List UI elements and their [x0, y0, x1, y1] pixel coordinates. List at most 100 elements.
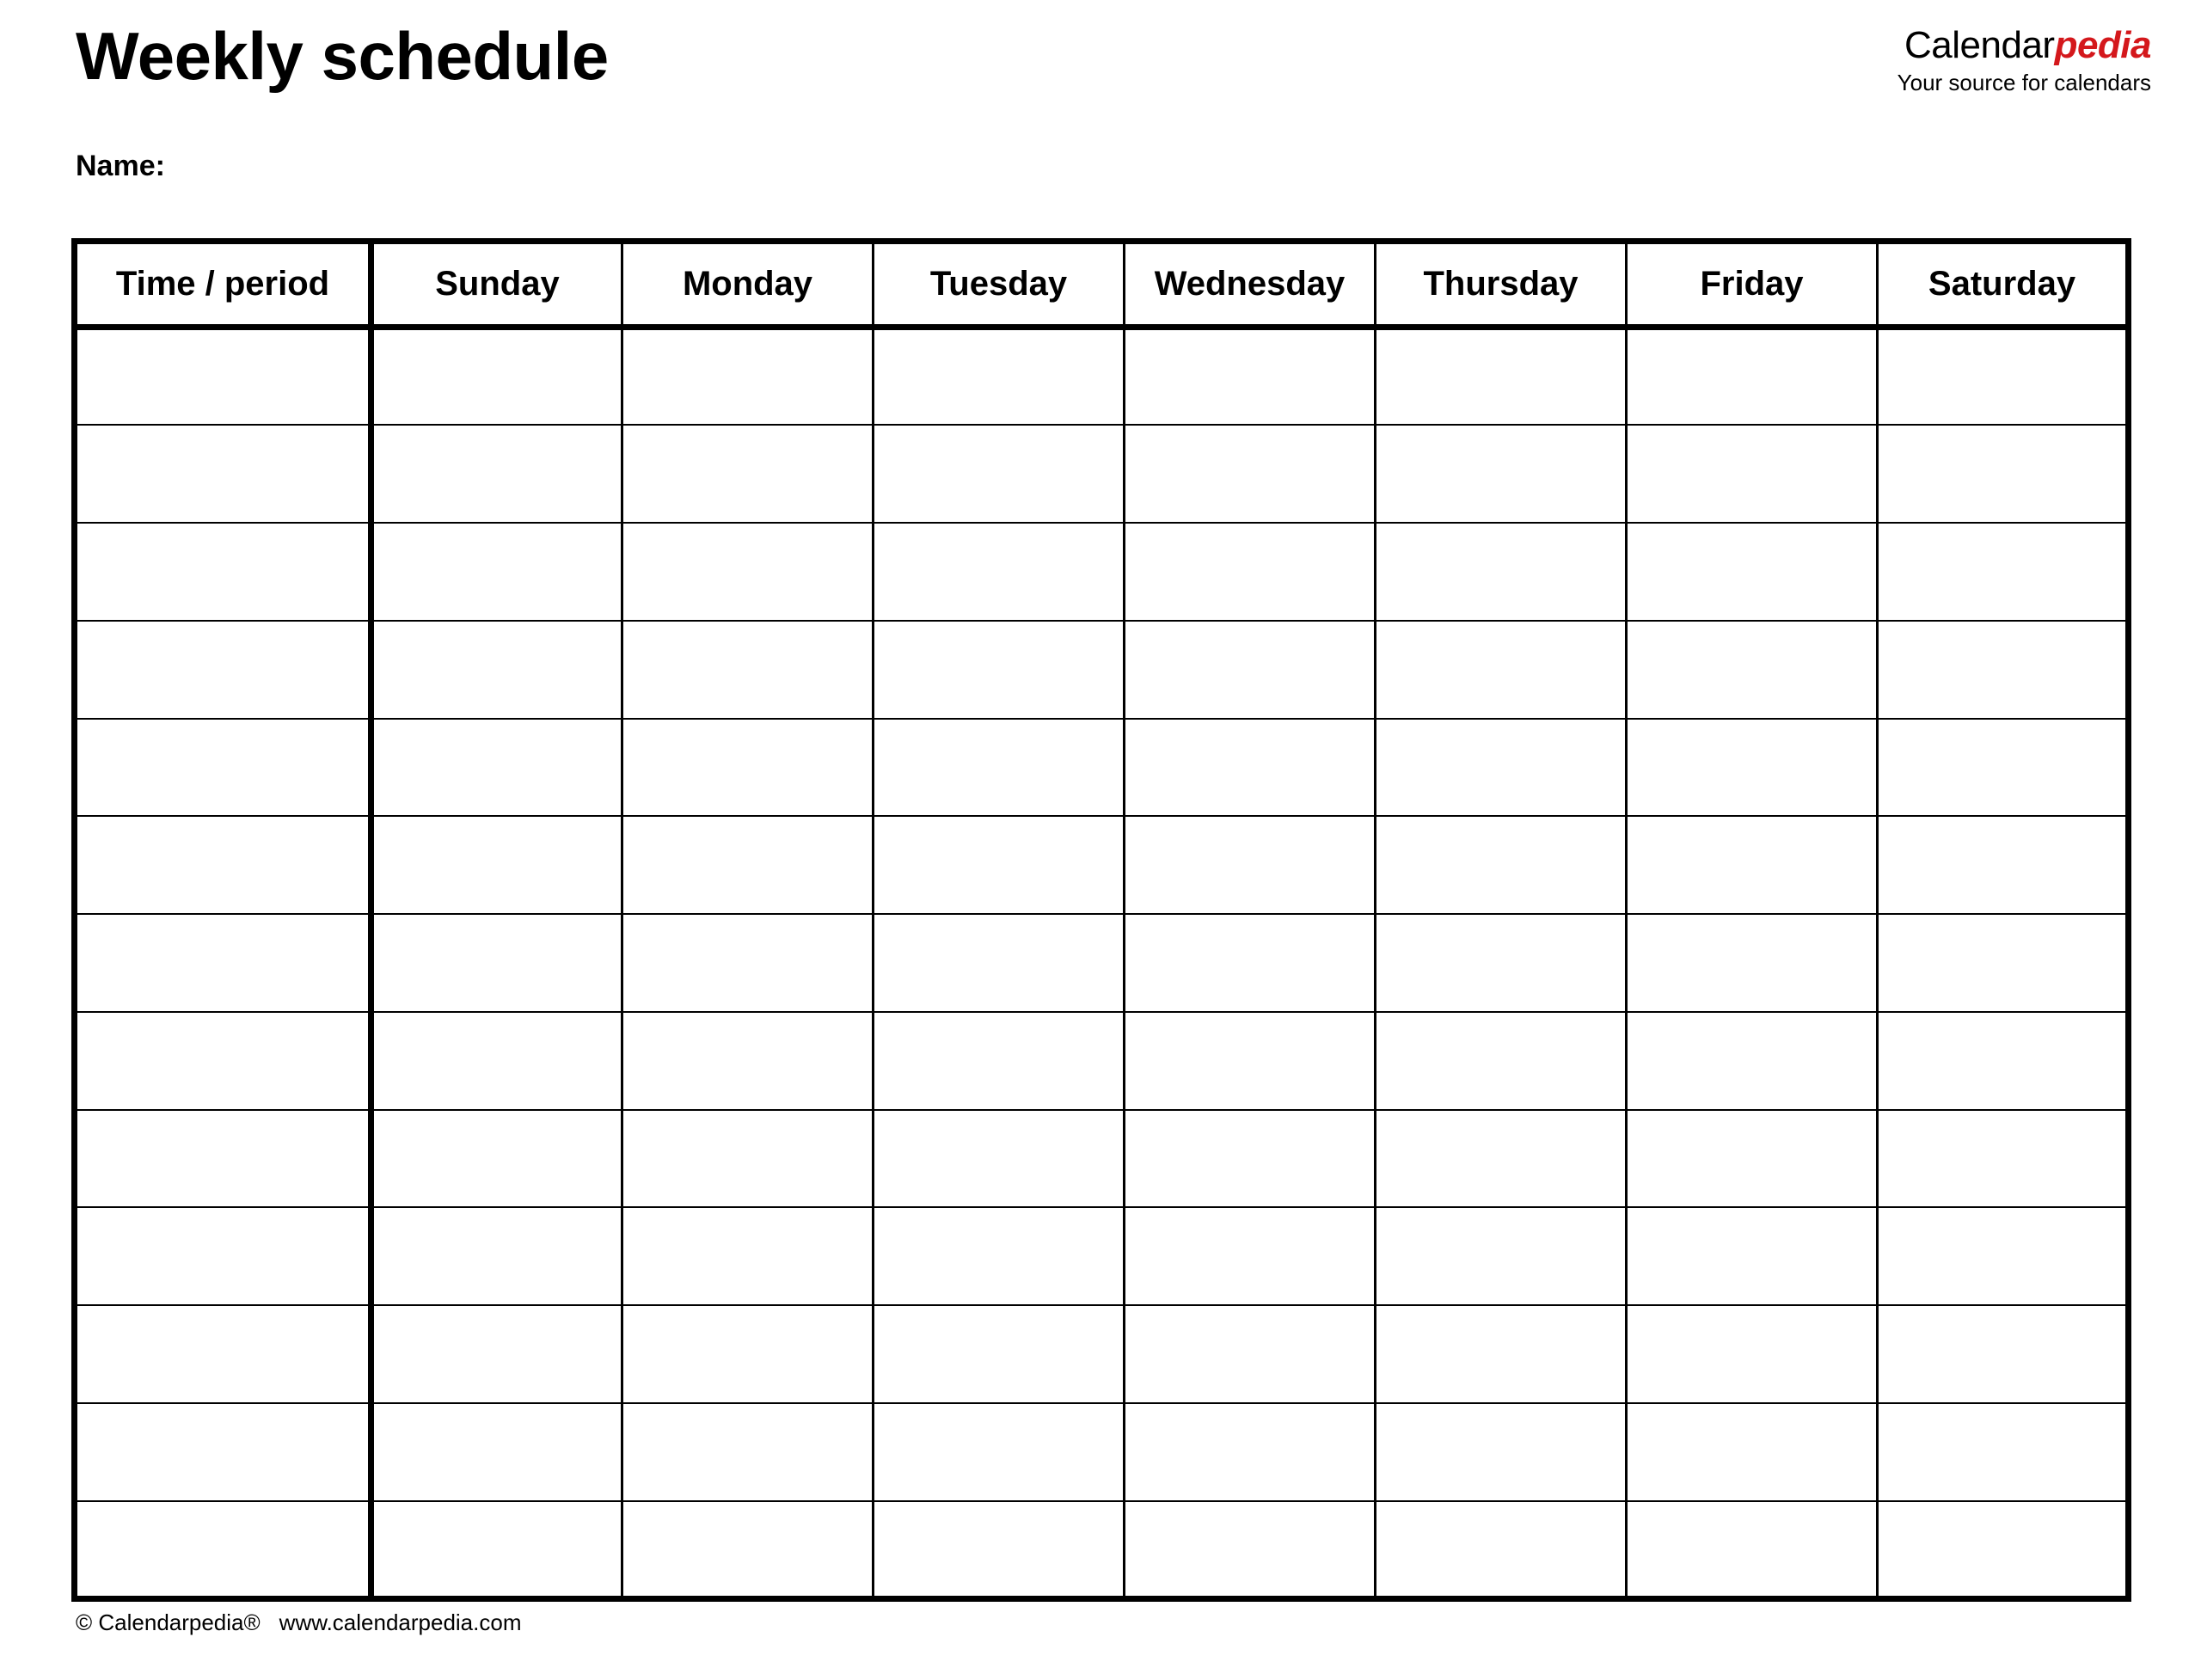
schedule-cell-saturday[interactable] — [1876, 1499, 2131, 1602]
schedule-cell-sunday[interactable] — [370, 1401, 623, 1502]
schedule-cell-tuesday[interactable] — [872, 1499, 1125, 1602]
schedule-cell-sunday[interactable] — [370, 326, 623, 426]
schedule-cell-friday[interactable] — [1625, 717, 1879, 818]
schedule-cell-saturday[interactable] — [1876, 1010, 2131, 1111]
schedule-cell-wednesday[interactable] — [1123, 1304, 1376, 1404]
schedule-cell-thursday[interactable] — [1374, 326, 1628, 426]
schedule-cell-monday[interactable] — [621, 913, 874, 1013]
schedule-cell-sunday[interactable] — [370, 424, 623, 524]
schedule-cell-saturday[interactable] — [1876, 1108, 2131, 1209]
schedule-cell-monday[interactable] — [621, 1499, 874, 1602]
schedule-cell-wednesday[interactable] — [1123, 717, 1376, 818]
schedule-cell-thursday[interactable] — [1374, 1304, 1628, 1404]
schedule-cell-friday[interactable] — [1625, 326, 1879, 426]
schedule-cell-time-period[interactable] — [71, 1010, 374, 1111]
schedule-cell-monday[interactable] — [621, 522, 874, 622]
schedule-cell-thursday[interactable] — [1374, 424, 1628, 524]
schedule-cell-sunday[interactable] — [370, 1010, 623, 1111]
schedule-cell-wednesday[interactable] — [1123, 1206, 1376, 1307]
schedule-cell-time-period[interactable] — [71, 326, 374, 426]
schedule-cell-monday[interactable] — [621, 424, 874, 524]
schedule-cell-friday[interactable] — [1625, 913, 1879, 1013]
schedule-cell-wednesday[interactable] — [1123, 1010, 1376, 1111]
schedule-cell-tuesday[interactable] — [872, 619, 1125, 720]
schedule-cell-time-period[interactable] — [71, 1108, 374, 1209]
schedule-cell-thursday[interactable] — [1374, 1206, 1628, 1307]
schedule-cell-sunday[interactable] — [370, 913, 623, 1013]
schedule-cell-wednesday[interactable] — [1123, 913, 1376, 1013]
schedule-cell-wednesday[interactable] — [1123, 326, 1376, 426]
schedule-cell-wednesday[interactable] — [1123, 424, 1376, 524]
schedule-cell-saturday[interactable] — [1876, 1304, 2131, 1404]
schedule-cell-time-period[interactable] — [71, 424, 374, 524]
schedule-cell-saturday[interactable] — [1876, 1401, 2131, 1502]
schedule-cell-tuesday[interactable] — [872, 1206, 1125, 1307]
schedule-cell-time-period[interactable] — [71, 619, 374, 720]
schedule-cell-time-period[interactable] — [71, 913, 374, 1013]
schedule-cell-thursday[interactable] — [1374, 815, 1628, 916]
schedule-cell-friday[interactable] — [1625, 1206, 1879, 1307]
schedule-cell-time-period[interactable] — [71, 717, 374, 818]
schedule-cell-tuesday[interactable] — [872, 522, 1125, 622]
schedule-cell-monday[interactable] — [621, 815, 874, 916]
schedule-cell-thursday[interactable] — [1374, 522, 1628, 622]
schedule-cell-friday[interactable] — [1625, 1304, 1879, 1404]
schedule-cell-tuesday[interactable] — [872, 424, 1125, 524]
schedule-cell-wednesday[interactable] — [1123, 522, 1376, 622]
schedule-cell-monday[interactable] — [621, 1108, 874, 1209]
schedule-cell-tuesday[interactable] — [872, 326, 1125, 426]
schedule-cell-wednesday[interactable] — [1123, 1108, 1376, 1209]
schedule-cell-saturday[interactable] — [1876, 619, 2131, 720]
schedule-cell-friday[interactable] — [1625, 815, 1879, 916]
schedule-cell-monday[interactable] — [621, 326, 874, 426]
schedule-cell-sunday[interactable] — [370, 522, 623, 622]
schedule-cell-time-period[interactable] — [71, 815, 374, 916]
schedule-cell-friday[interactable] — [1625, 424, 1879, 524]
schedule-cell-thursday[interactable] — [1374, 1401, 1628, 1502]
schedule-cell-saturday[interactable] — [1876, 913, 2131, 1013]
schedule-cell-tuesday[interactable] — [872, 1304, 1125, 1404]
schedule-cell-wednesday[interactable] — [1123, 1401, 1376, 1502]
schedule-cell-friday[interactable] — [1625, 1499, 1879, 1602]
schedule-cell-friday[interactable] — [1625, 1401, 1879, 1502]
schedule-cell-thursday[interactable] — [1374, 619, 1628, 720]
schedule-cell-wednesday[interactable] — [1123, 619, 1376, 720]
schedule-cell-saturday[interactable] — [1876, 815, 2131, 916]
schedule-cell-friday[interactable] — [1625, 522, 1879, 622]
schedule-cell-sunday[interactable] — [370, 619, 623, 720]
schedule-cell-saturday[interactable] — [1876, 326, 2131, 426]
schedule-cell-friday[interactable] — [1625, 619, 1879, 720]
schedule-cell-monday[interactable] — [621, 1206, 874, 1307]
schedule-cell-tuesday[interactable] — [872, 1108, 1125, 1209]
schedule-cell-monday[interactable] — [621, 619, 874, 720]
schedule-cell-saturday[interactable] — [1876, 424, 2131, 524]
schedule-cell-tuesday[interactable] — [872, 913, 1125, 1013]
schedule-cell-saturday[interactable] — [1876, 1206, 2131, 1307]
schedule-cell-wednesday[interactable] — [1123, 1499, 1376, 1602]
schedule-cell-saturday[interactable] — [1876, 717, 2131, 818]
schedule-cell-time-period[interactable] — [71, 1206, 374, 1307]
schedule-cell-tuesday[interactable] — [872, 717, 1125, 818]
schedule-cell-sunday[interactable] — [370, 1206, 623, 1307]
schedule-cell-monday[interactable] — [621, 717, 874, 818]
schedule-cell-sunday[interactable] — [370, 1304, 623, 1404]
schedule-cell-thursday[interactable] — [1374, 1499, 1628, 1602]
schedule-cell-sunday[interactable] — [370, 1499, 623, 1602]
schedule-cell-monday[interactable] — [621, 1401, 874, 1502]
schedule-cell-saturday[interactable] — [1876, 522, 2131, 622]
schedule-cell-friday[interactable] — [1625, 1108, 1879, 1209]
schedule-cell-wednesday[interactable] — [1123, 815, 1376, 916]
schedule-cell-sunday[interactable] — [370, 717, 623, 818]
schedule-cell-tuesday[interactable] — [872, 815, 1125, 916]
schedule-cell-time-period[interactable] — [71, 1304, 374, 1404]
schedule-cell-thursday[interactable] — [1374, 1010, 1628, 1111]
schedule-cell-thursday[interactable] — [1374, 913, 1628, 1013]
schedule-cell-friday[interactable] — [1625, 1010, 1879, 1111]
schedule-cell-time-period[interactable] — [71, 1499, 374, 1602]
schedule-cell-thursday[interactable] — [1374, 717, 1628, 818]
schedule-cell-time-period[interactable] — [71, 522, 374, 622]
schedule-cell-monday[interactable] — [621, 1010, 874, 1111]
schedule-cell-sunday[interactable] — [370, 815, 623, 916]
schedule-cell-tuesday[interactable] — [872, 1010, 1125, 1111]
schedule-cell-thursday[interactable] — [1374, 1108, 1628, 1209]
